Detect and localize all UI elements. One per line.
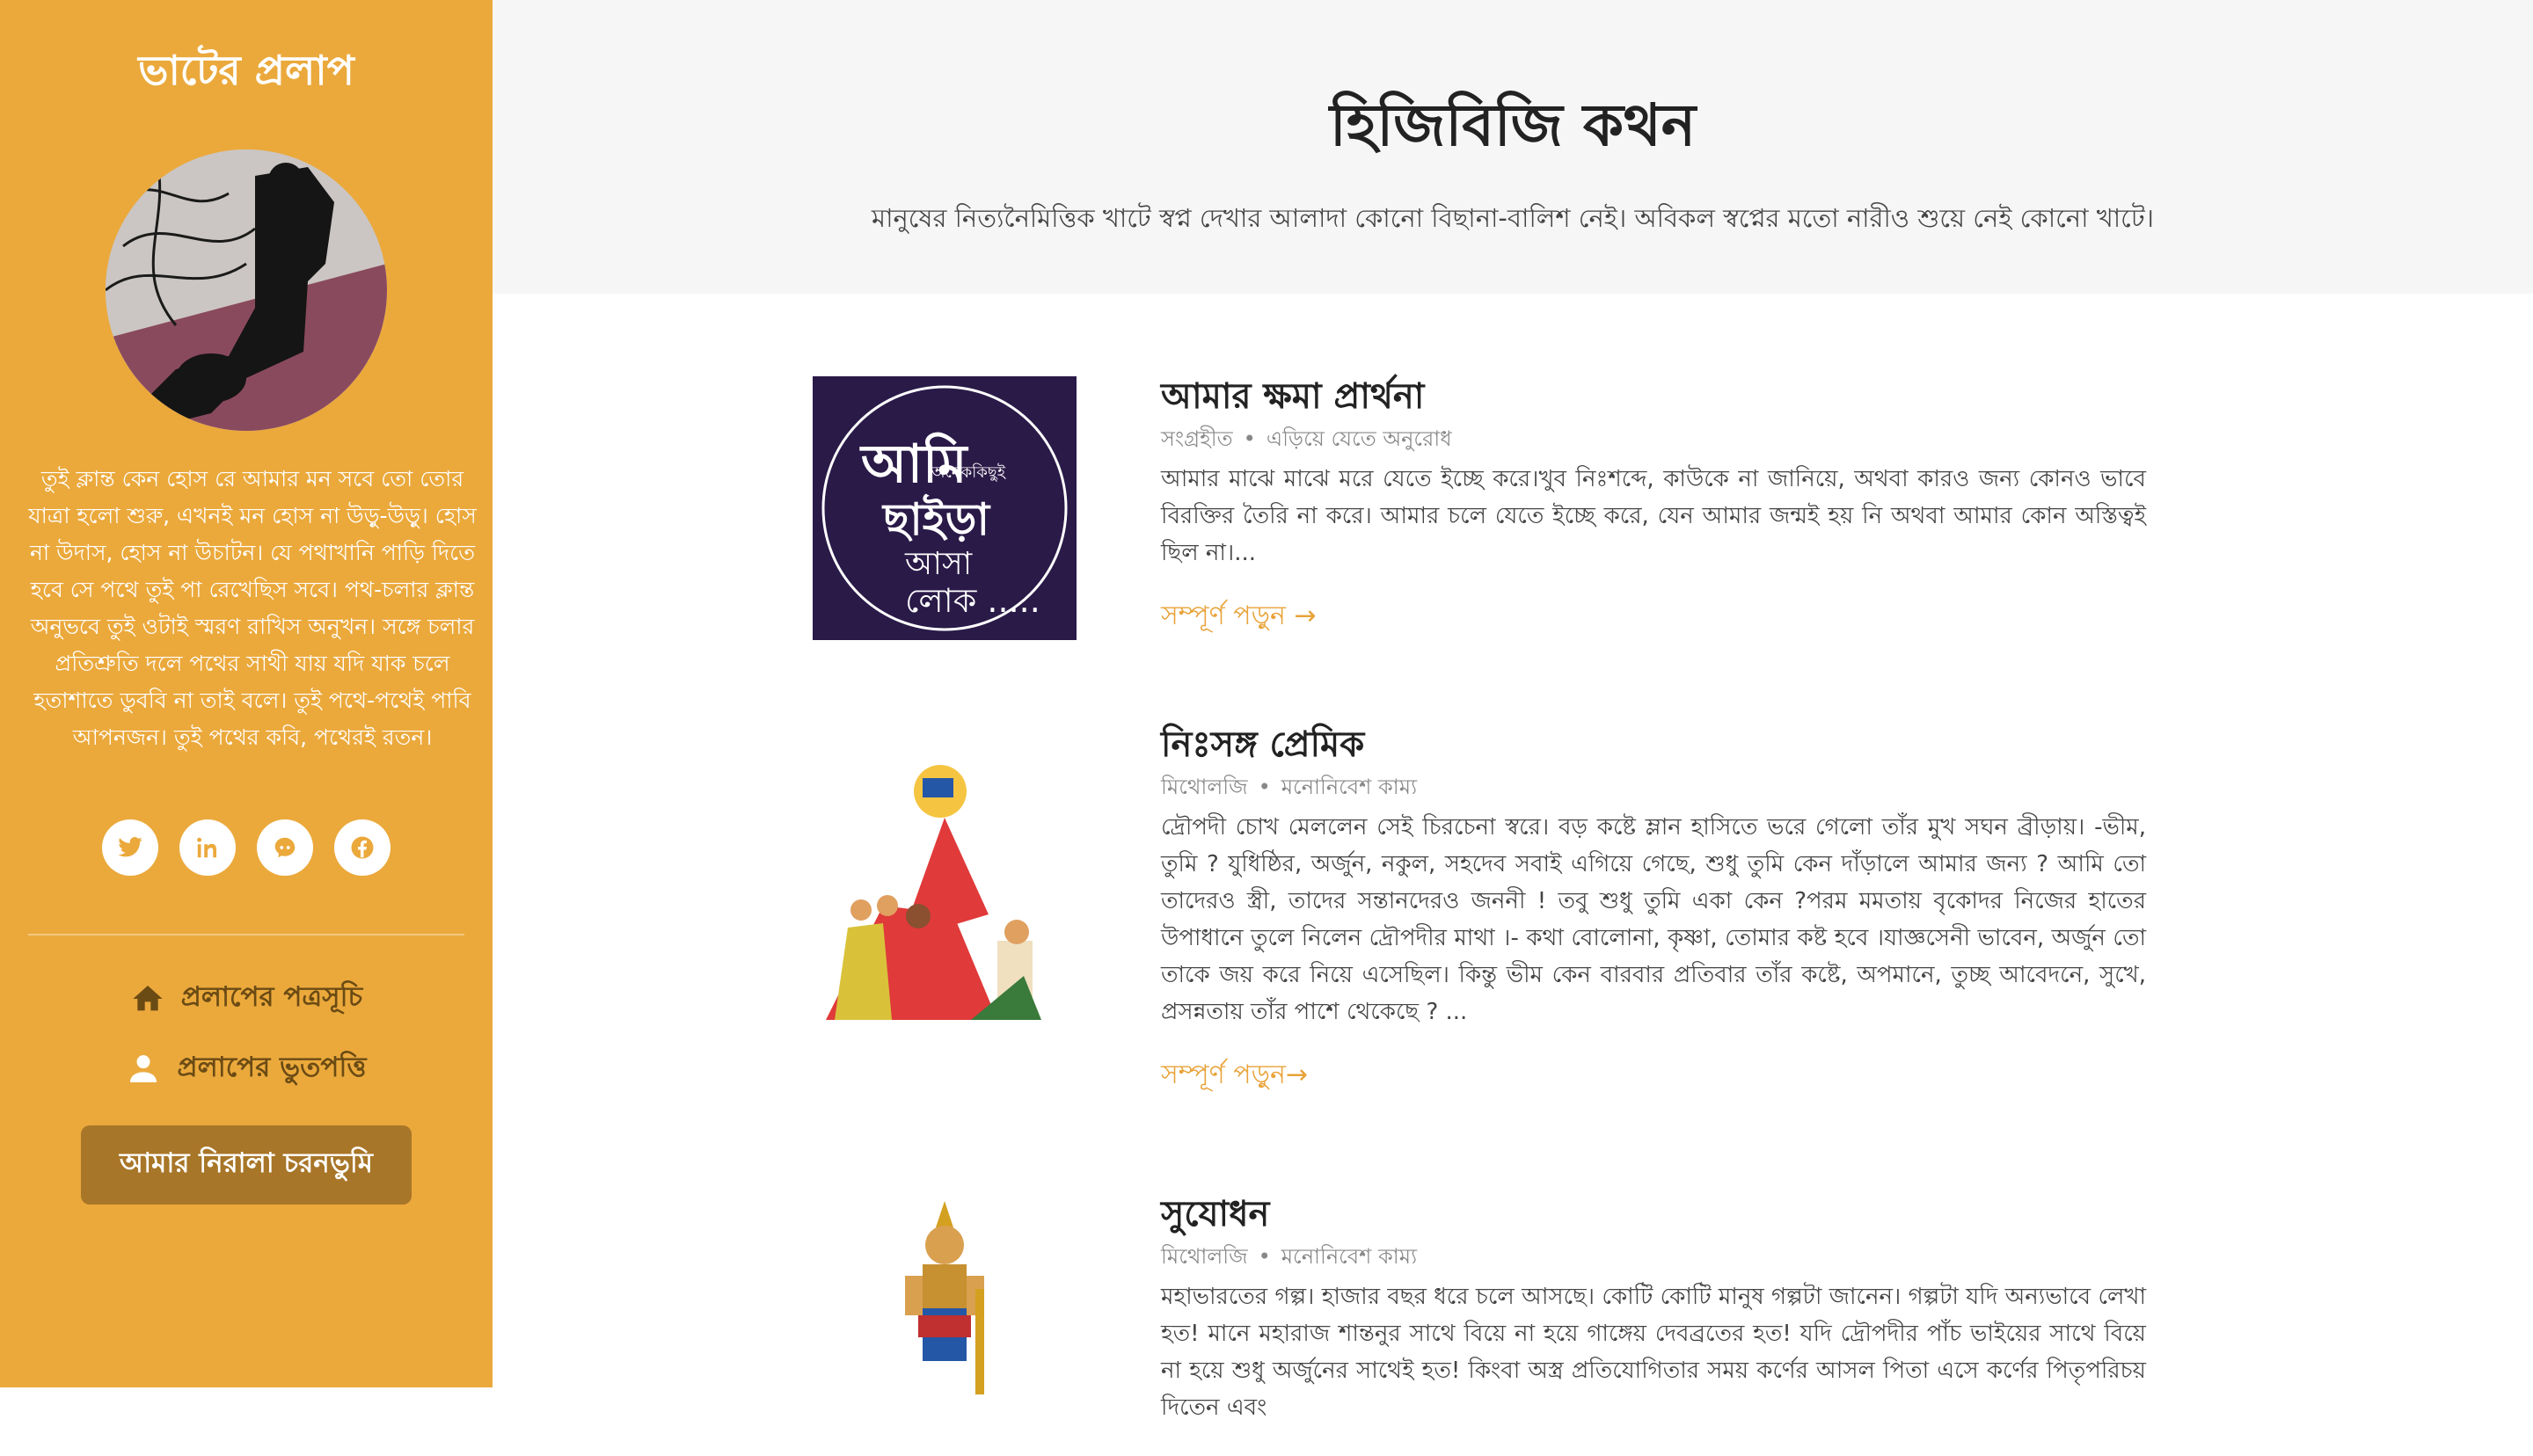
post-category[interactable]: সংগ্রহীত bbox=[1161, 426, 1233, 451]
sidebar-divider bbox=[28, 934, 464, 935]
post-tag[interactable]: মনোনিবেশ কাম্য bbox=[1281, 1244, 1417, 1269]
read-more-link[interactable]: সম্পূর্ণ পড়ুন→ bbox=[1161, 1053, 1308, 1098]
post-tag[interactable]: এড়িয়ে যেতে অনুরোধ bbox=[1266, 426, 1452, 451]
post-meta: মিথোলজি • মনোনিবেশ কাম্য bbox=[1161, 1244, 1418, 1269]
sidebar-nav: প্রলাপের পত্রসূচি প্রলাপের ভুতপত্তি bbox=[28, 974, 464, 1094]
post-excerpt: মহাভারতের গল্প। হাজার বছর ধরে চলে আসছে। … bbox=[1161, 1284, 2146, 1421]
post-thumbnail[interactable]: আমি অনেককিছুই ছাইড়া আসা লোক ..... bbox=[813, 376, 1077, 640]
twitter-icon bbox=[118, 837, 142, 857]
post-tag[interactable]: মনোনিবেশ কাম্য bbox=[1281, 775, 1417, 799]
user-icon bbox=[130, 1055, 157, 1082]
home-icon bbox=[133, 986, 163, 1011]
bio-text: তুই ক্লান্ত কেন হোস রে আমার মন সবে তো তো… bbox=[28, 466, 477, 750]
thumbnail-image: আমি অনেককিছুই ছাইড়া আসা লোক ..... bbox=[813, 376, 1077, 640]
post-title[interactable]: আমার ক্ষমা প্রার্থনা bbox=[1161, 376, 2146, 417]
nav-item-about[interactable]: প্রলাপের ভুতপত্তি bbox=[28, 1045, 464, 1094]
github-icon bbox=[274, 837, 296, 858]
post-category[interactable]: মিথোলজি bbox=[1161, 1244, 1248, 1269]
post-title[interactable]: নিঃসঙ্গ প্রেমিক bbox=[1161, 724, 2146, 765]
site-title[interactable]: ভাটের প্রলাপ bbox=[28, 0, 464, 97]
hero-header: হিজিবিজি কথন মানুষের নিত্যনৈমিত্তিক খাটে… bbox=[493, 0, 2533, 294]
page-title: হিজিবিজি কথন bbox=[1329, 91, 1697, 159]
thumb-line-4: আসা bbox=[904, 546, 973, 582]
thumb-line-3: ছাইড়া bbox=[881, 493, 991, 545]
post-excerpt: আমার মাঝে মাঝে মরে যেতে ইচ্ছে করে।খুব নি… bbox=[1161, 466, 2146, 566]
thumb-line-5: লোক ..... bbox=[905, 581, 1040, 620]
post-thumbnail[interactable] bbox=[813, 1192, 1077, 1456]
facebook-icon bbox=[351, 836, 374, 859]
avatar bbox=[106, 149, 387, 431]
post-body: সুযোধন মিথোলজি • মনোনিবেশ কাম্য মহাভারতের … bbox=[1161, 1194, 2146, 1426]
read-more-link[interactable]: সম্পূর্ণ পড়ুন → bbox=[1161, 594, 1317, 639]
post-thumbnail[interactable] bbox=[813, 765, 1077, 1029]
avatar-image bbox=[106, 149, 387, 431]
post-meta: মিথোলজি • মনোনিবেশ কাম্য bbox=[1161, 775, 1418, 799]
post-title[interactable]: সুযোধন bbox=[1161, 1194, 2146, 1234]
post-category[interactable]: মিথোলজি bbox=[1161, 775, 1248, 799]
linkedin-icon bbox=[197, 837, 216, 858]
thumbnail-image bbox=[813, 1192, 1077, 1456]
thumb-line-2: অনেককিছুই bbox=[931, 463, 1006, 482]
nav-item-label: প্রলাপের ভুতপত্তি bbox=[177, 1052, 367, 1083]
post-body: আমার ক্ষমা প্রার্থনা সংগ্রহীত • এড়িয়ে যে… bbox=[1161, 376, 2146, 639]
linkedin-link[interactable] bbox=[179, 819, 236, 876]
post-meta: সংগ্রহীত • এড়িয়ে যেতে অনুরোধ bbox=[1161, 426, 1452, 451]
cta-button[interactable]: আমার নিরালা চরনভুমি bbox=[81, 1125, 412, 1205]
thumbnail-image bbox=[813, 765, 1077, 1029]
sidebar: ভাটের প্রলাপ তুই ক্লান্ত কেন হোস রে আমার… bbox=[0, 0, 493, 1387]
page-subtitle: মানুষের নিত্যনৈমিত্তিক খাটে স্বপ্ন দেখার… bbox=[871, 203, 2155, 233]
github-link[interactable] bbox=[257, 819, 313, 876]
nav-item-label: প্রলাপের পত্রসূচি bbox=[180, 981, 363, 1013]
social-links bbox=[28, 819, 464, 876]
facebook-link[interactable] bbox=[334, 819, 391, 876]
twitter-link[interactable] bbox=[102, 819, 158, 876]
post-excerpt: দ্রৌপদী চোখ মেললেন সেই চিরচেনা স্বরে। বড… bbox=[1161, 814, 2146, 1025]
nav-item-home[interactable]: প্রলাপের পত্রসূচি bbox=[28, 974, 464, 1023]
post-body: নিঃসঙ্গ প্রেমিক মিথোলজি • মনোনিবেশ কাম্য দ… bbox=[1161, 724, 2146, 1098]
